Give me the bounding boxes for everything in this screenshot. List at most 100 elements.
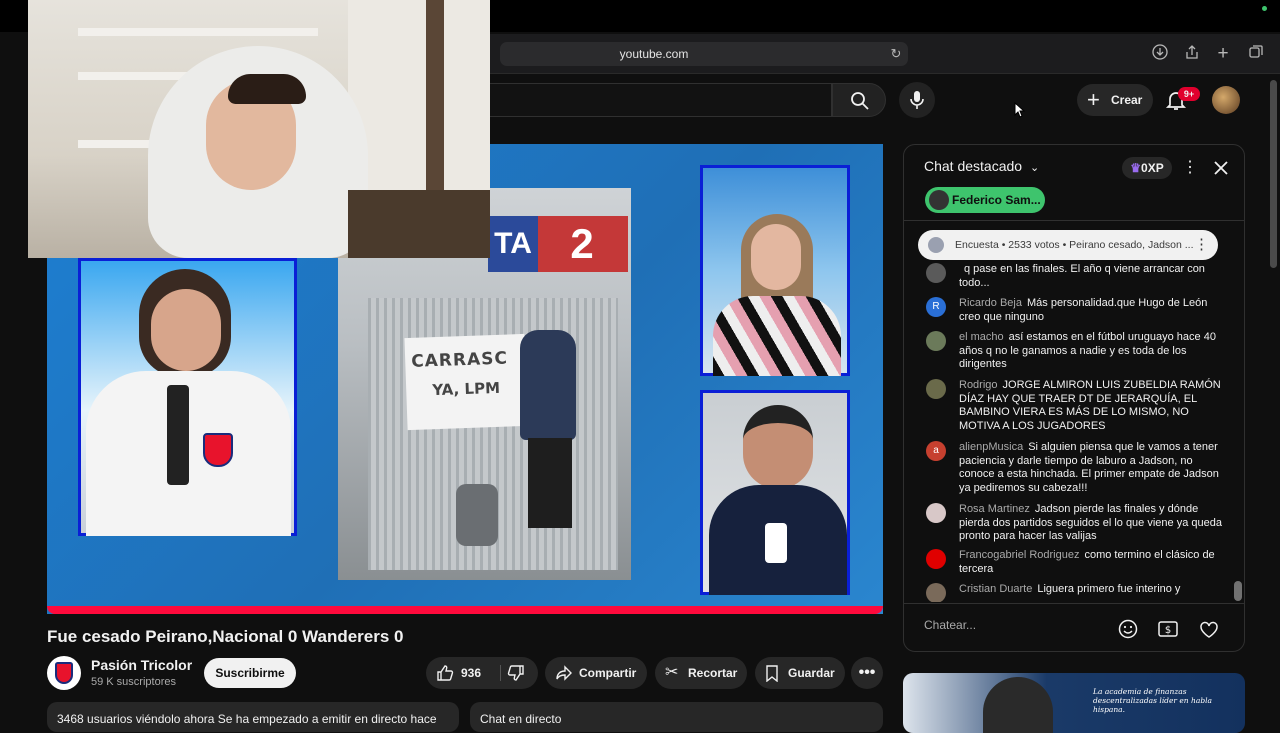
divider: [904, 603, 1244, 604]
search-icon: [851, 92, 869, 110]
dislike-button[interactable]: [502, 657, 538, 689]
close-icon: [1214, 161, 1228, 175]
share-arrow-icon: [556, 665, 572, 681]
chat-message: a alienpMusica Si alguien piensa que le va…: [926, 441, 1226, 495]
share-label: Compartir: [579, 666, 637, 680]
chat-author-name[interactable]: alienpMusica: [959, 441, 1023, 453]
chat-author-avatar[interactable]: [926, 379, 946, 399]
host-left-frame: [78, 258, 297, 536]
chat-author-avatar[interactable]: [926, 331, 946, 351]
chat-title: Chat destacado: [924, 158, 1023, 174]
chat-message: R Ricardo Beja Más personalidad.que Hugo d…: [926, 297, 1226, 324]
chat-author-avatar[interactable]: [926, 583, 946, 602]
chat-mode-dropdown[interactable]: Chat destacado ⌄: [924, 158, 1039, 174]
ad-person: [983, 677, 1053, 733]
chat-message-text: Liguera primero fue interino y: [1037, 583, 1181, 595]
like-button[interactable]: 936: [426, 657, 498, 689]
channel-name[interactable]: Pasión Tricolor: [91, 657, 192, 673]
create-label: Crear: [1111, 93, 1143, 107]
search-input[interactable]: [490, 83, 832, 117]
chat-author-name[interactable]: Rodrigo: [959, 379, 998, 391]
chat-author-name[interactable]: Francogabriel Rodriguez: [959, 549, 1079, 561]
chat-message: Cristian Duarte Liguera primero fue inter…: [926, 583, 1226, 602]
plus-icon: +: [1087, 87, 1100, 112]
voice-search-button[interactable]: [899, 82, 935, 118]
channel-avatar[interactable]: [47, 656, 81, 690]
like-chat-button[interactable]: [1198, 618, 1220, 640]
poll-text: Encuesta • 2533 votos • Peirano cesado, …: [955, 239, 1194, 251]
download-icon[interactable]: [1150, 44, 1170, 64]
clip-button[interactable]: ✂ Recortar: [655, 657, 747, 689]
indicator-dot: [1262, 6, 1267, 11]
person-jacket: [520, 330, 576, 440]
host-right-top-jacket: [713, 296, 841, 376]
tabs-overview-icon[interactable]: [1246, 44, 1266, 64]
protest-banner: CARRASC YA, LPM: [404, 333, 528, 431]
share-icon[interactable]: [1182, 44, 1202, 64]
featured-user-chip[interactable]: Federico Sam...: [925, 187, 1045, 213]
scoreboard-number: 2: [570, 220, 594, 267]
chat-menu-button[interactable]: ⋮: [1182, 157, 1198, 179]
address-bar[interactable]: youtube.com ↻: [500, 42, 908, 66]
chevron-down-icon: ⌄: [1029, 162, 1040, 174]
door-frame: [426, 0, 444, 210]
chat-author-name[interactable]: Cristian Duarte: [959, 583, 1032, 595]
chat-message: q pase en las finales. El año q viene ar…: [926, 263, 1226, 290]
chat-author-avatar[interactable]: [926, 503, 946, 523]
chat-author-avatar[interactable]: R: [926, 297, 946, 317]
host-right-bottom-frame: [700, 390, 850, 595]
subscribe-button[interactable]: Suscribirme: [204, 658, 296, 688]
description-box[interactable]: 3468 usuarios viéndolo ahora Se ha empez…: [47, 702, 459, 732]
chat-author-avatar[interactable]: a: [926, 441, 946, 461]
ad-banner[interactable]: La academia de finanzas descentralizadas…: [903, 673, 1245, 733]
xp-badge[interactable]: ♛0XP: [1122, 157, 1172, 179]
chat-author-avatar[interactable]: [926, 549, 946, 569]
chat-scrollbar[interactable]: [1234, 581, 1242, 601]
scoreboard-text: TA: [488, 216, 538, 272]
more-vertical-icon[interactable]: ⋮: [1194, 230, 1209, 260]
url-text: youtube.com: [619, 47, 689, 61]
more-actions-button[interactable]: •••: [851, 657, 883, 689]
backpack: [456, 484, 498, 546]
chat-message: Francogabriel Rodriguez como termino el c…: [926, 549, 1226, 576]
xp-value: 0XP: [1141, 161, 1164, 175]
club-crest: [203, 433, 233, 467]
chat-message: el macho así estamos en el fútbol uruguay…: [926, 331, 1226, 372]
emoji-icon: [1118, 619, 1138, 639]
thumbs-down-icon: [507, 665, 524, 681]
host-right-top-face: [751, 224, 801, 290]
scissors-icon: ✂: [665, 664, 679, 681]
chat-header: Chat destacado ⌄ ♛0XP ⋮ Federico Sam...: [904, 145, 1244, 221]
chat-author-avatar[interactable]: [926, 263, 946, 283]
video-progress-bar[interactable]: [47, 606, 883, 614]
chat-input[interactable]: Chatear...: [924, 618, 1124, 638]
search-button[interactable]: [832, 83, 886, 117]
mouse-cursor: [1014, 101, 1026, 118]
super-chat-button[interactable]: $: [1157, 619, 1179, 639]
save-label: Guardar: [788, 666, 835, 680]
new-tab-icon[interactable]: +: [1213, 44, 1233, 64]
thumbs-up-icon: [437, 665, 454, 681]
create-button[interactable]: + Crear: [1077, 84, 1153, 116]
close-chat-button[interactable]: [1210, 157, 1232, 179]
chat-author-name[interactable]: Rosa Martinez: [959, 503, 1030, 515]
ad-text: La academia de finanzas descentralizadas…: [1093, 687, 1212, 714]
subscriber-count: 59 K suscriptores: [91, 676, 176, 688]
live-chat-strip[interactable]: Chat en directo: [470, 702, 883, 732]
reload-icon[interactable]: ↻: [886, 44, 906, 64]
desk: [348, 190, 490, 258]
chat-author-name[interactable]: el macho: [959, 331, 1004, 343]
page-scrollbar[interactable]: [1270, 80, 1277, 268]
microphone: [765, 523, 787, 563]
shelf: [78, 28, 318, 36]
chat-author-name[interactable]: Ricardo Beja: [959, 297, 1022, 309]
poll-banner[interactable]: Encuesta • 2533 votos • Peirano cesado, …: [918, 230, 1218, 260]
svg-text:$: $: [1165, 625, 1171, 636]
account-avatar[interactable]: [1212, 86, 1240, 114]
save-button[interactable]: Guardar: [755, 657, 845, 689]
emoji-button[interactable]: [1117, 618, 1139, 640]
share-button[interactable]: Compartir: [545, 657, 647, 689]
chip-label: Federico Sam...: [952, 193, 1041, 207]
host-left-face: [151, 289, 221, 371]
microphone-stand: [167, 385, 189, 485]
